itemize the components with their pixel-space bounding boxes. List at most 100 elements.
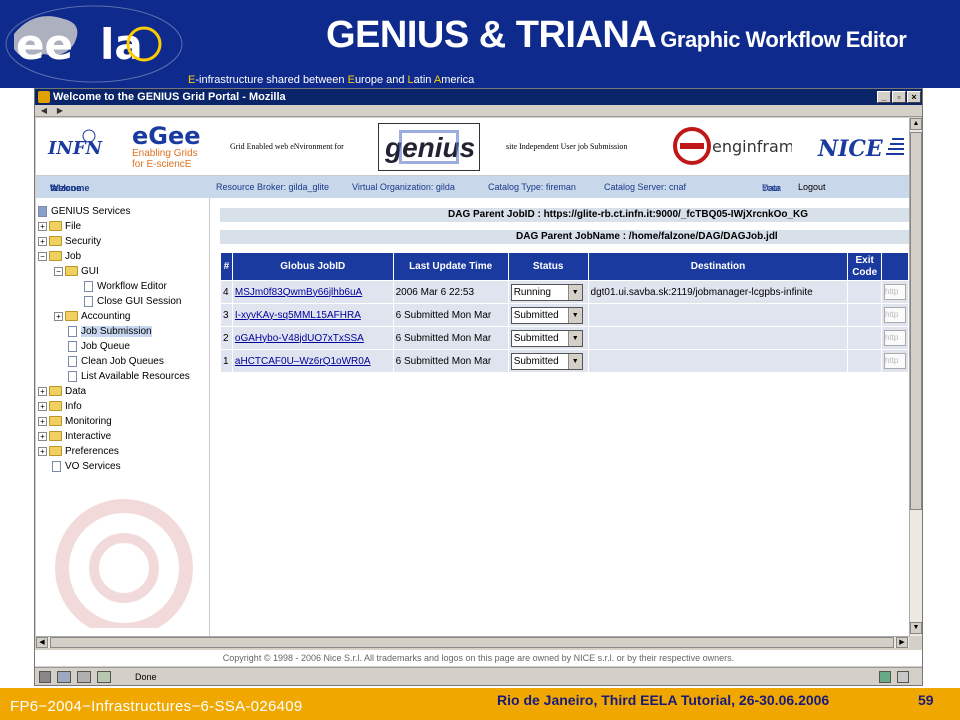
svg-text:la: la xyxy=(100,20,143,69)
enginframe-logo: enginframe xyxy=(672,126,804,166)
dag-jobid: DAG Parent JobID : https://glite-rb.ct.i… xyxy=(220,208,909,222)
slide-title: GENIUS & TRIANA Graphic Workflow Editor xyxy=(326,14,907,56)
browser-toolbar: ◀ ▶ xyxy=(35,105,922,117)
document-icon xyxy=(68,325,77,337)
tree-item-info[interactable]: + Info xyxy=(38,399,82,414)
job-link[interactable]: oGAHybo-V48jdUO7xTxSSA xyxy=(231,326,394,350)
jobs-table: # Globus JobID Last Update Time Status D… xyxy=(220,252,909,373)
status-select[interactable]: Submitted xyxy=(510,329,583,347)
egee-logo: eGee Enabling Grids for E-sciencE xyxy=(132,122,201,170)
navigator-icon[interactable] xyxy=(57,671,71,683)
http-button[interactable]: http xyxy=(883,307,906,323)
document-icon xyxy=(68,340,77,352)
folder-icon xyxy=(49,446,62,457)
tree-item-security[interactable]: + Security xyxy=(38,234,101,249)
folder-open-icon xyxy=(65,266,78,277)
tree-item-workflow-editor[interactable]: Workflow Editor xyxy=(84,279,167,294)
collapse-icon: − xyxy=(38,251,47,261)
page-number: 59 xyxy=(918,692,934,708)
row-time: 6 Submitted Mon Mar xyxy=(392,303,509,327)
row-destination xyxy=(587,349,849,373)
status-select[interactable]: Running xyxy=(510,283,583,301)
catalog-server-label: Catalog Server: cnaf xyxy=(604,182,687,192)
services-icon xyxy=(38,205,47,217)
expand-icon: + xyxy=(38,446,47,456)
logos-banner: INFN eGee Enabling Grids for E-sciencE G… xyxy=(36,118,909,176)
job-link[interactable]: MSJm0f83QwmBy66jlhb6uA xyxy=(231,280,394,304)
close-button[interactable]: × xyxy=(907,91,921,103)
genius-logo: genius xyxy=(378,123,480,171)
status-cell: Submitted xyxy=(507,349,589,373)
scroll-up-icon[interactable]: ▲ xyxy=(910,118,922,130)
back-icon[interactable]: ◀ xyxy=(37,106,51,116)
tree-item-list-resources[interactable]: List Available Resources xyxy=(68,369,190,384)
tree-item-gui[interactable]: − GUI xyxy=(54,264,99,279)
http-button[interactable]: http xyxy=(883,353,906,369)
forward-icon[interactable]: ▶ xyxy=(53,106,67,116)
row-action: http xyxy=(880,349,909,373)
http-button[interactable]: http xyxy=(883,330,906,346)
folder-icon xyxy=(49,416,62,427)
folder-icon xyxy=(49,401,62,412)
tree-item-close-gui-session[interactable]: Close GUI Session xyxy=(84,294,181,309)
tree-item-data[interactable]: + Data xyxy=(38,384,86,399)
document-icon xyxy=(84,280,93,292)
collapse-icon: − xyxy=(54,266,63,276)
col-status: Status xyxy=(507,252,589,281)
tree-item-job[interactable]: − Job xyxy=(38,249,81,264)
maximize-button[interactable]: ▫ xyxy=(892,91,906,103)
svg-text:INFN: INFN xyxy=(47,138,104,159)
expand-icon: + xyxy=(38,386,47,396)
col-exit-code: Exit Code xyxy=(847,252,882,281)
nice-logo: NICE xyxy=(816,130,908,166)
minimize-button[interactable]: _ xyxy=(877,91,891,103)
resource-broker-label: Resource Broker: gilda_glite xyxy=(216,182,330,192)
table-row: 3 I-xyvKAy-sq5MML15AFHRA 6 Submitted Mon… xyxy=(220,303,909,327)
eela-logo: ee la xyxy=(5,5,183,83)
logout-link[interactable]: Logout xyxy=(798,182,826,192)
col-num: # xyxy=(220,252,233,281)
scroll-down-icon[interactable]: ▼ xyxy=(910,622,922,634)
tree-item-monitoring[interactable]: + Monitoring xyxy=(38,414,112,429)
folder-icon xyxy=(49,236,62,247)
row-action: http xyxy=(880,303,909,327)
composer-icon[interactable] xyxy=(77,671,91,683)
job-link[interactable]: aHCTCAF0U–Wz6rQ1oWR0A xyxy=(231,349,394,373)
tree-item-job-submission[interactable]: Job Submission xyxy=(68,324,152,339)
tree-item-accounting[interactable]: + Accounting xyxy=(54,309,130,324)
row-exit-code xyxy=(847,349,882,373)
genius-caption-right: site Independent User job Submission xyxy=(506,142,628,151)
tree-item-interactive[interactable]: + Interactive xyxy=(38,429,111,444)
hscroll-thumb[interactable] xyxy=(50,637,894,648)
services-tree: GENIUS Services + File + Security − Job − GU… xyxy=(36,198,210,636)
tree-item-file[interactable]: + File xyxy=(38,219,81,234)
mail-icon[interactable] xyxy=(39,671,51,683)
expand-icon: + xyxy=(38,221,47,231)
event-label: Rio de Janeiro, Third EELA Tutorial, 26-… xyxy=(497,692,830,708)
tree-item-clean-job-queues[interactable]: Clean Job Queues xyxy=(68,354,164,369)
http-button[interactable]: http xyxy=(883,284,906,300)
svg-text:ee: ee xyxy=(16,20,73,69)
folder-icon xyxy=(65,311,78,322)
project-code: FP6−2004−Infrastructures−6-SSA-026409 xyxy=(10,698,303,715)
horizontal-scrollbar[interactable]: ◀ ▶ xyxy=(36,636,909,648)
scroll-left-icon[interactable]: ◀ xyxy=(36,637,48,648)
svg-text:NICE: NICE xyxy=(817,136,884,162)
addressbook-icon[interactable] xyxy=(97,671,111,683)
col-jobid: Globus JobID xyxy=(231,252,394,281)
document-icon xyxy=(68,355,77,367)
tree-item-preferences[interactable]: + Preferences xyxy=(38,444,119,459)
scroll-right-icon[interactable]: ▶ xyxy=(896,637,908,648)
dag-jobname: DAG Parent JobName : /home/falzone/DAG/D… xyxy=(220,230,909,244)
infn-logo: INFN xyxy=(44,126,104,170)
browser-window: Welcome to the GENIUS Grid Portal - Mozi… xyxy=(34,88,923,686)
status-select[interactable]: Submitted xyxy=(510,306,583,324)
tree-item-job-queue[interactable]: Job Queue xyxy=(68,339,130,354)
row-exit-code xyxy=(847,326,882,350)
status-select[interactable]: Submitted xyxy=(510,352,583,370)
svg-text:enginframe: enginframe xyxy=(712,137,792,156)
job-link[interactable]: I-xyvKAy-sq5MML15AFHRA xyxy=(231,303,394,327)
scroll-thumb[interactable] xyxy=(910,132,922,510)
vertical-scrollbar[interactable]: ▲ ▼ xyxy=(909,118,922,636)
tree-item-vo-services[interactable]: VO Services xyxy=(52,459,121,474)
